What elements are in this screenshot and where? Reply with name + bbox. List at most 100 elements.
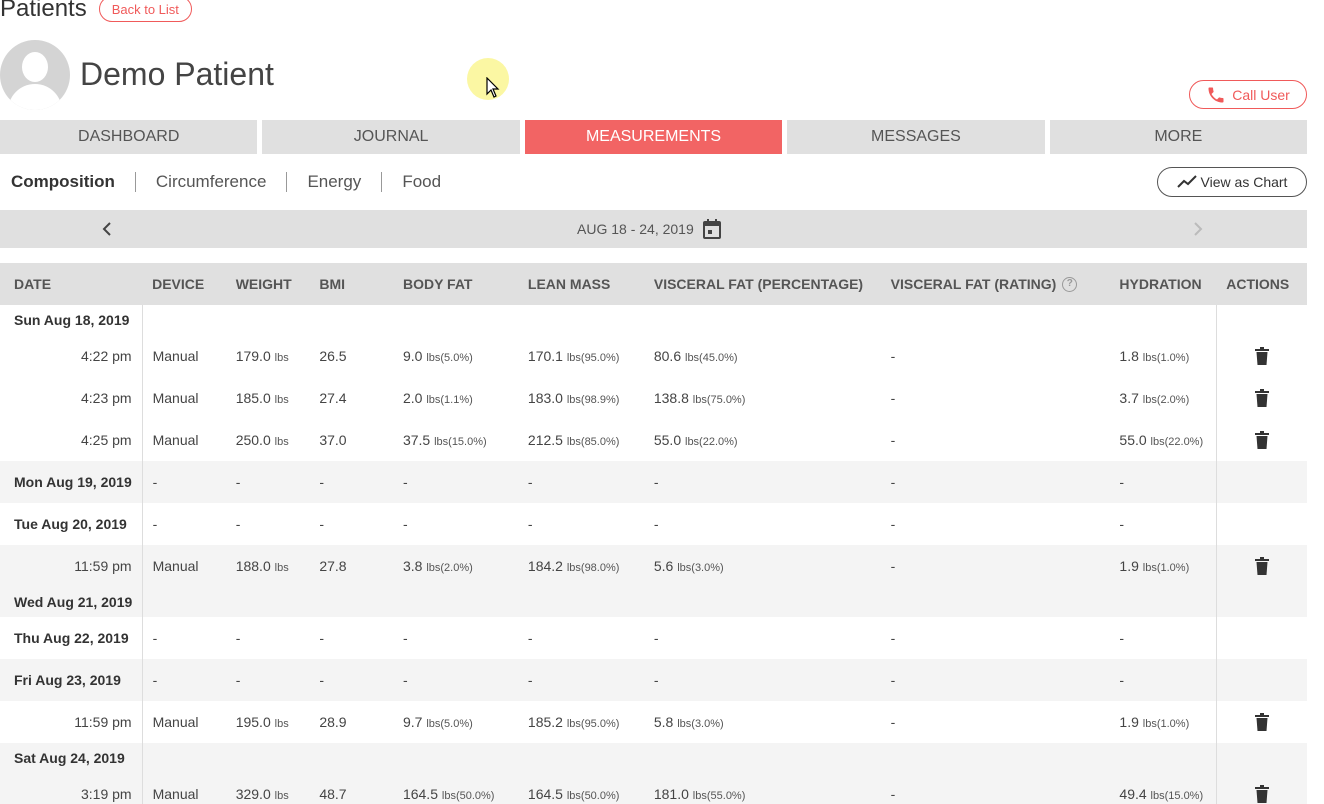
delete-button[interactable]	[1254, 389, 1269, 408]
bmi-cell: 27.8	[309, 545, 393, 587]
delete-button[interactable]	[1254, 347, 1269, 366]
day-date: Fri Aug 23, 2019	[0, 659, 143, 701]
body-fat-cell: 3.8 lbs(2.0%)	[392, 545, 518, 587]
table-body: Sun Aug 18, 2019 4:22 pm Manual 179.0 lbs 26…	[0, 305, 1307, 804]
empty-value: -	[890, 516, 896, 532]
weight-cell: 195.0 lbs	[235, 714, 289, 730]
table-row: Sat Aug 24, 2019	[0, 743, 1307, 773]
delete-button[interactable]	[1254, 557, 1269, 576]
help-icon[interactable]: ?	[1062, 277, 1078, 293]
entry-time: 4:25 pm	[0, 419, 143, 461]
actions-cell	[1215, 545, 1307, 587]
day-date: Wed Aug 21, 2019	[0, 587, 143, 617]
device-cell: Manual	[152, 714, 199, 730]
empty-value: -	[152, 630, 158, 646]
measurement-subtabs: Composition Circumference Energy Food	[11, 170, 451, 194]
header-weight[interactable]: WEIGHT	[225, 263, 310, 305]
chevron-right-icon[interactable]	[1191, 220, 1205, 238]
header-bmi[interactable]: BMI	[309, 263, 393, 305]
date-range-label: AUG 18 - 24, 2019	[577, 221, 694, 237]
tab-more[interactable]: MORE	[1049, 120, 1308, 154]
page-header: Patients Back to List	[0, 0, 192, 24]
empty-value: -	[402, 516, 408, 532]
table-row: Sun Aug 18, 2019	[0, 305, 1307, 335]
subtab-circumference[interactable]: Circumference	[146, 172, 277, 192]
visceral-fat-percentage-cell: 181.0 lbs(55.0%)	[643, 773, 881, 804]
actions-cell	[1215, 659, 1307, 701]
tab-measurements[interactable]: MEASUREMENTS	[524, 120, 783, 154]
empty-value: -	[527, 630, 533, 646]
tab-journal[interactable]: JOURNAL	[262, 120, 520, 154]
day-date: Sun Aug 18, 2019	[0, 305, 143, 335]
calendar-icon[interactable]	[702, 218, 722, 240]
empty-value: -	[309, 659, 393, 701]
back-to-list-button[interactable]: Back to List	[98, 0, 192, 22]
lean-mass-cell: 170.1 lbs(95.0%)	[527, 348, 620, 364]
header-date[interactable]: DATE	[0, 263, 143, 305]
subtab-divider	[381, 172, 383, 192]
empty-value: -	[235, 630, 241, 646]
body-fat-cell: 164.5 lbs(50.0%)	[392, 773, 518, 804]
table-row: 4:22 pm Manual 179.0 lbs 26.5 9.0 lbs(5.0%) 1…	[0, 335, 1307, 377]
weight-cell: 250.0 lbs	[235, 432, 289, 448]
subtab-composition[interactable]: Composition	[11, 172, 125, 192]
tab-messages[interactable]: MESSAGES	[787, 120, 1045, 154]
body-fat-cell: 37.5 lbs(15.0%)	[402, 432, 487, 448]
lean-mass-cell: 184.2 lbs(98.0%)	[517, 545, 644, 587]
day-date: Mon Aug 19, 2019	[0, 461, 143, 503]
actions-cell	[1215, 617, 1307, 659]
empty-value: -	[1119, 630, 1125, 646]
hydration-cell: 1.9 lbs(1.0%)	[1109, 545, 1217, 587]
subtab-food[interactable]: Food	[392, 172, 451, 192]
header-body-fat[interactable]: BODY FAT	[392, 263, 518, 305]
header-visceral-fat-percentage[interactable]: VISCERAL FAT (PERCENTAGE)	[643, 263, 881, 305]
delete-button[interactable]	[1254, 785, 1269, 804]
visceral-fat-percentage-cell: 5.6 lbs(3.0%)	[643, 545, 881, 587]
bmi-cell: 27.4	[319, 390, 347, 406]
header-device[interactable]: DEVICE	[142, 263, 226, 305]
weight-cell: 329.0 lbs	[225, 773, 310, 804]
bmi-cell: 26.5	[319, 348, 347, 364]
header-hydration[interactable]: HYDRATION	[1109, 263, 1217, 305]
table-row: Mon Aug 19, 2019- - - - - - - -	[0, 461, 1307, 503]
table-row: Fri Aug 23, 2019- - - - - - - -	[0, 659, 1307, 701]
device-cell: Manual	[152, 432, 199, 448]
day-date: Sat Aug 24, 2019	[0, 743, 143, 773]
actions-cell	[1215, 773, 1307, 804]
actions-cell	[1215, 701, 1307, 743]
actions-cell	[1215, 335, 1307, 377]
empty-value: -	[653, 516, 659, 532]
device-cell: Manual	[142, 773, 226, 804]
delete-button[interactable]	[1254, 713, 1269, 732]
trash-icon	[1254, 557, 1269, 576]
body-fat-cell: 9.0 lbs(5.0%)	[402, 348, 473, 364]
header-lean-mass[interactable]: LEAN MASS	[517, 263, 644, 305]
empty-value: -	[880, 461, 1110, 503]
patient-name: Demo Patient	[80, 55, 274, 92]
date-navigator: AUG 18 - 24, 2019	[0, 210, 1307, 248]
empty-value: -	[235, 516, 241, 532]
tab-dashboard[interactable]: DASHBOARD	[0, 120, 258, 154]
empty-value: -	[152, 516, 158, 532]
empty-cell	[142, 305, 1216, 335]
trash-icon	[1254, 785, 1269, 804]
entry-time: 11:59 pm	[0, 545, 143, 587]
header-visceral-fat-rating[interactable]: VISCERAL FAT (RATING)?	[880, 263, 1110, 305]
empty-value: -	[517, 659, 644, 701]
chevron-left-icon[interactable]	[100, 220, 114, 238]
lean-mass-cell: 212.5 lbs(85.0%)	[527, 432, 620, 448]
entry-time: 4:23 pm	[0, 377, 143, 419]
hydration-cell: 55.0 lbs(22.0%)	[1119, 432, 1204, 448]
subtab-energy[interactable]: Energy	[297, 172, 371, 192]
empty-value: -	[1109, 659, 1217, 701]
header-actions: ACTIONS	[1216, 263, 1307, 305]
table-row: 11:59 pm Manual 188.0 lbs 27.8 3.8 lbs(2.0%)…	[0, 545, 1307, 587]
measurements-table: DATE DEVICE WEIGHT BMI BODY FAT LEAN MAS…	[0, 263, 1307, 804]
view-as-chart-button[interactable]: View as Chart	[1157, 167, 1307, 197]
actions-cell	[1215, 419, 1307, 461]
delete-button[interactable]	[1254, 431, 1269, 450]
entry-time: 11:59 pm	[0, 701, 143, 743]
empty-value: -	[890, 630, 896, 646]
empty-value: -	[402, 630, 408, 646]
call-user-button[interactable]: Call User	[1189, 80, 1307, 109]
